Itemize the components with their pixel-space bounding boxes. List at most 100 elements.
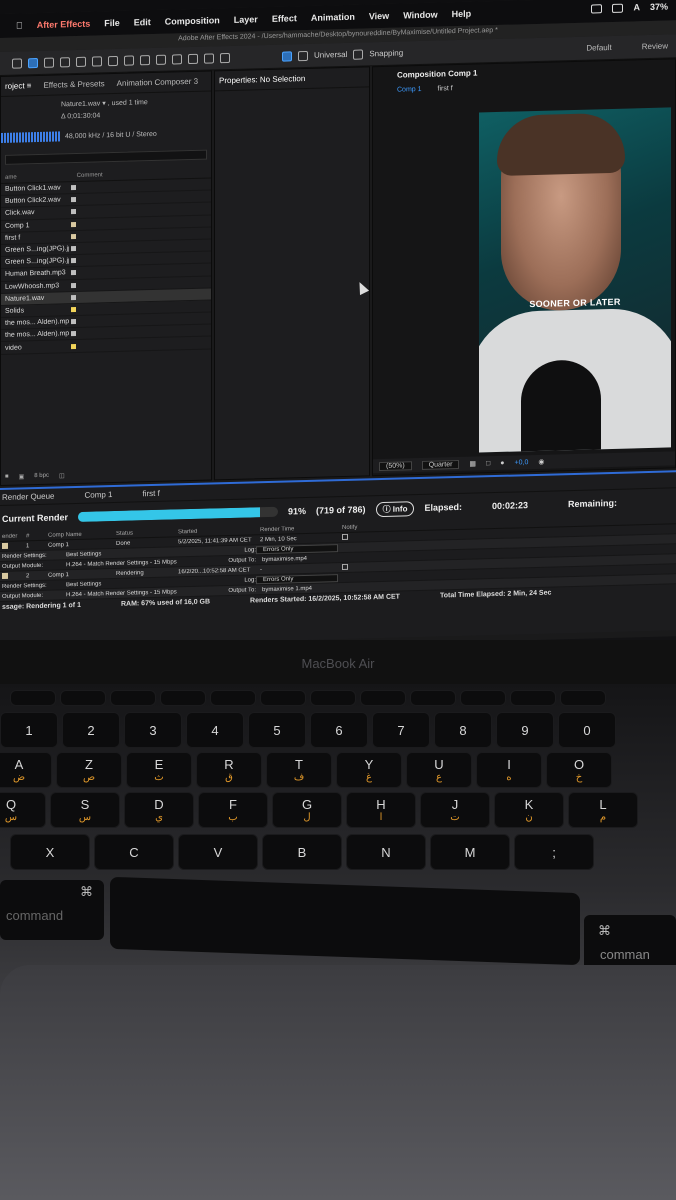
label-color-swatch[interactable] [71,282,76,288]
snapping-label[interactable]: Snapping [369,48,403,58]
apple-icon[interactable]:  [16,20,23,30]
menu-animation[interactable]: Animation [311,12,355,23]
log-dropdown[interactable]: Errors Only [256,543,338,554]
label-color-swatch[interactable] [71,258,76,264]
key-7[interactable]: 7 [372,712,430,748]
label-color-swatch[interactable] [71,319,76,325]
key-m[interactable]: M [430,834,510,870]
output-file[interactable]: bymaximise 1.mp4 [256,584,356,593]
function-key[interactable] [410,690,456,706]
workspace-default[interactable]: Default [586,43,611,53]
key-8[interactable]: 8 [434,712,492,748]
render-checkbox[interactable] [2,542,8,549]
key-n[interactable]: N [346,834,426,870]
tab-render-queue[interactable]: Render Queue [2,492,54,502]
key-e[interactable]: Eث [126,752,192,788]
key-1[interactable]: 1 [0,712,58,748]
tab-first-f[interactable]: first f [438,85,453,92]
universal-mode[interactable]: Universal [314,50,347,60]
key-g[interactable]: Gل [272,792,342,828]
function-key[interactable] [510,690,556,706]
function-key[interactable] [360,690,406,706]
label-color-swatch[interactable] [71,343,76,349]
render-settings-value[interactable]: Best Settings [66,579,186,588]
color-icon[interactable]: ● [500,459,504,466]
snapshot-icon[interactable]: ◉ [538,458,544,466]
key-l[interactable]: Lم [568,792,638,828]
key-3[interactable]: 3 [124,712,182,748]
key-h[interactable]: Hا [346,792,416,828]
key-q[interactable]: Qس [0,792,46,828]
axis-icon[interactable] [298,50,308,61]
menu-layer[interactable]: Layer [234,14,258,25]
battery-percent[interactable]: 37% [650,2,668,12]
key-t[interactable]: Tف [266,752,332,788]
menu-effect[interactable]: Effect [272,13,297,24]
label-color-swatch[interactable] [71,306,76,313]
function-key[interactable] [460,690,506,706]
grid-icon[interactable]: ▦ [469,460,476,468]
key-6[interactable]: 6 [310,712,368,748]
menu-edit[interactable]: Edit [134,17,151,27]
type-tool-icon[interactable] [156,54,166,65]
eraser-tool-icon[interactable] [204,52,214,64]
key-z[interactable]: Zص [56,752,122,788]
command-key-left[interactable]: ⌘ command [0,880,104,940]
key-x[interactable]: X [10,834,90,870]
key-k[interactable]: Kن [494,792,564,828]
menu-composition[interactable]: Composition [165,15,220,26]
home-icon[interactable] [12,57,22,69]
project-search-input[interactable] [5,149,207,165]
snap-icon[interactable] [282,50,292,62]
brush-tool-icon[interactable] [172,53,182,64]
properties-title[interactable]: Properties: No Selection [219,74,305,85]
function-key[interactable] [10,690,56,706]
resolution-dropdown[interactable]: Quarter [421,459,460,470]
column-render-time[interactable]: Render Time [260,525,342,533]
key-i[interactable]: Iه [476,752,542,788]
function-key[interactable] [210,690,256,706]
key-semicolon[interactable]: ; [514,834,594,870]
folder-icon[interactable]: ■ [5,474,9,481]
key-u[interactable]: Uع [406,752,472,788]
tab-comp-1[interactable]: Comp 1 [397,85,422,93]
label-color-swatch[interactable] [71,246,76,252]
render-checkbox[interactable] [2,572,8,579]
label-color-swatch[interactable] [71,197,76,203]
function-key[interactable] [560,690,606,706]
trash-icon[interactable]: ◫ [59,472,65,479]
key-9[interactable]: 9 [496,712,554,748]
info-button[interactable]: ⓘ Info [375,500,415,517]
key-r[interactable]: Rق [196,752,262,788]
key-b[interactable]: B [262,834,342,870]
key-4[interactable]: 4 [186,712,244,748]
render-settings-value[interactable]: Best Settings [66,549,186,558]
hand-tool-icon[interactable] [44,57,54,68]
key-s[interactable]: Sس [50,792,120,828]
column-comment[interactable]: Comment [77,172,103,179]
snapping-checkbox[interactable] [353,48,364,60]
menu-window[interactable]: Window [403,10,437,21]
function-key[interactable] [110,690,156,706]
label-color-swatch[interactable] [71,270,76,276]
clone-tool-icon[interactable] [188,53,198,64]
exposure-value[interactable]: +0,0 [515,459,529,466]
function-key[interactable] [160,690,206,706]
label-color-swatch[interactable] [71,294,76,300]
column-render[interactable]: ender [2,533,26,539]
key-a[interactable]: Aض [0,752,52,788]
menu-help[interactable]: Help [452,9,472,20]
key-j[interactable]: Jت [420,792,490,828]
tab-project[interactable]: roject ≡ [5,81,31,91]
log-dropdown[interactable]: Errors Only [256,573,338,584]
notify-checkbox[interactable] [342,533,348,540]
tab-comp-1-timeline[interactable]: Comp 1 [84,490,112,500]
shape-tool-icon[interactable] [124,54,134,66]
trackpad[interactable] [0,965,676,1200]
workspace-review[interactable]: Review [642,42,668,52]
notify-checkbox[interactable] [342,563,348,570]
key-y[interactable]: Yغ [336,752,402,788]
menu-file[interactable]: File [104,18,120,28]
label-color-swatch[interactable] [71,209,76,215]
function-key[interactable] [60,690,106,706]
